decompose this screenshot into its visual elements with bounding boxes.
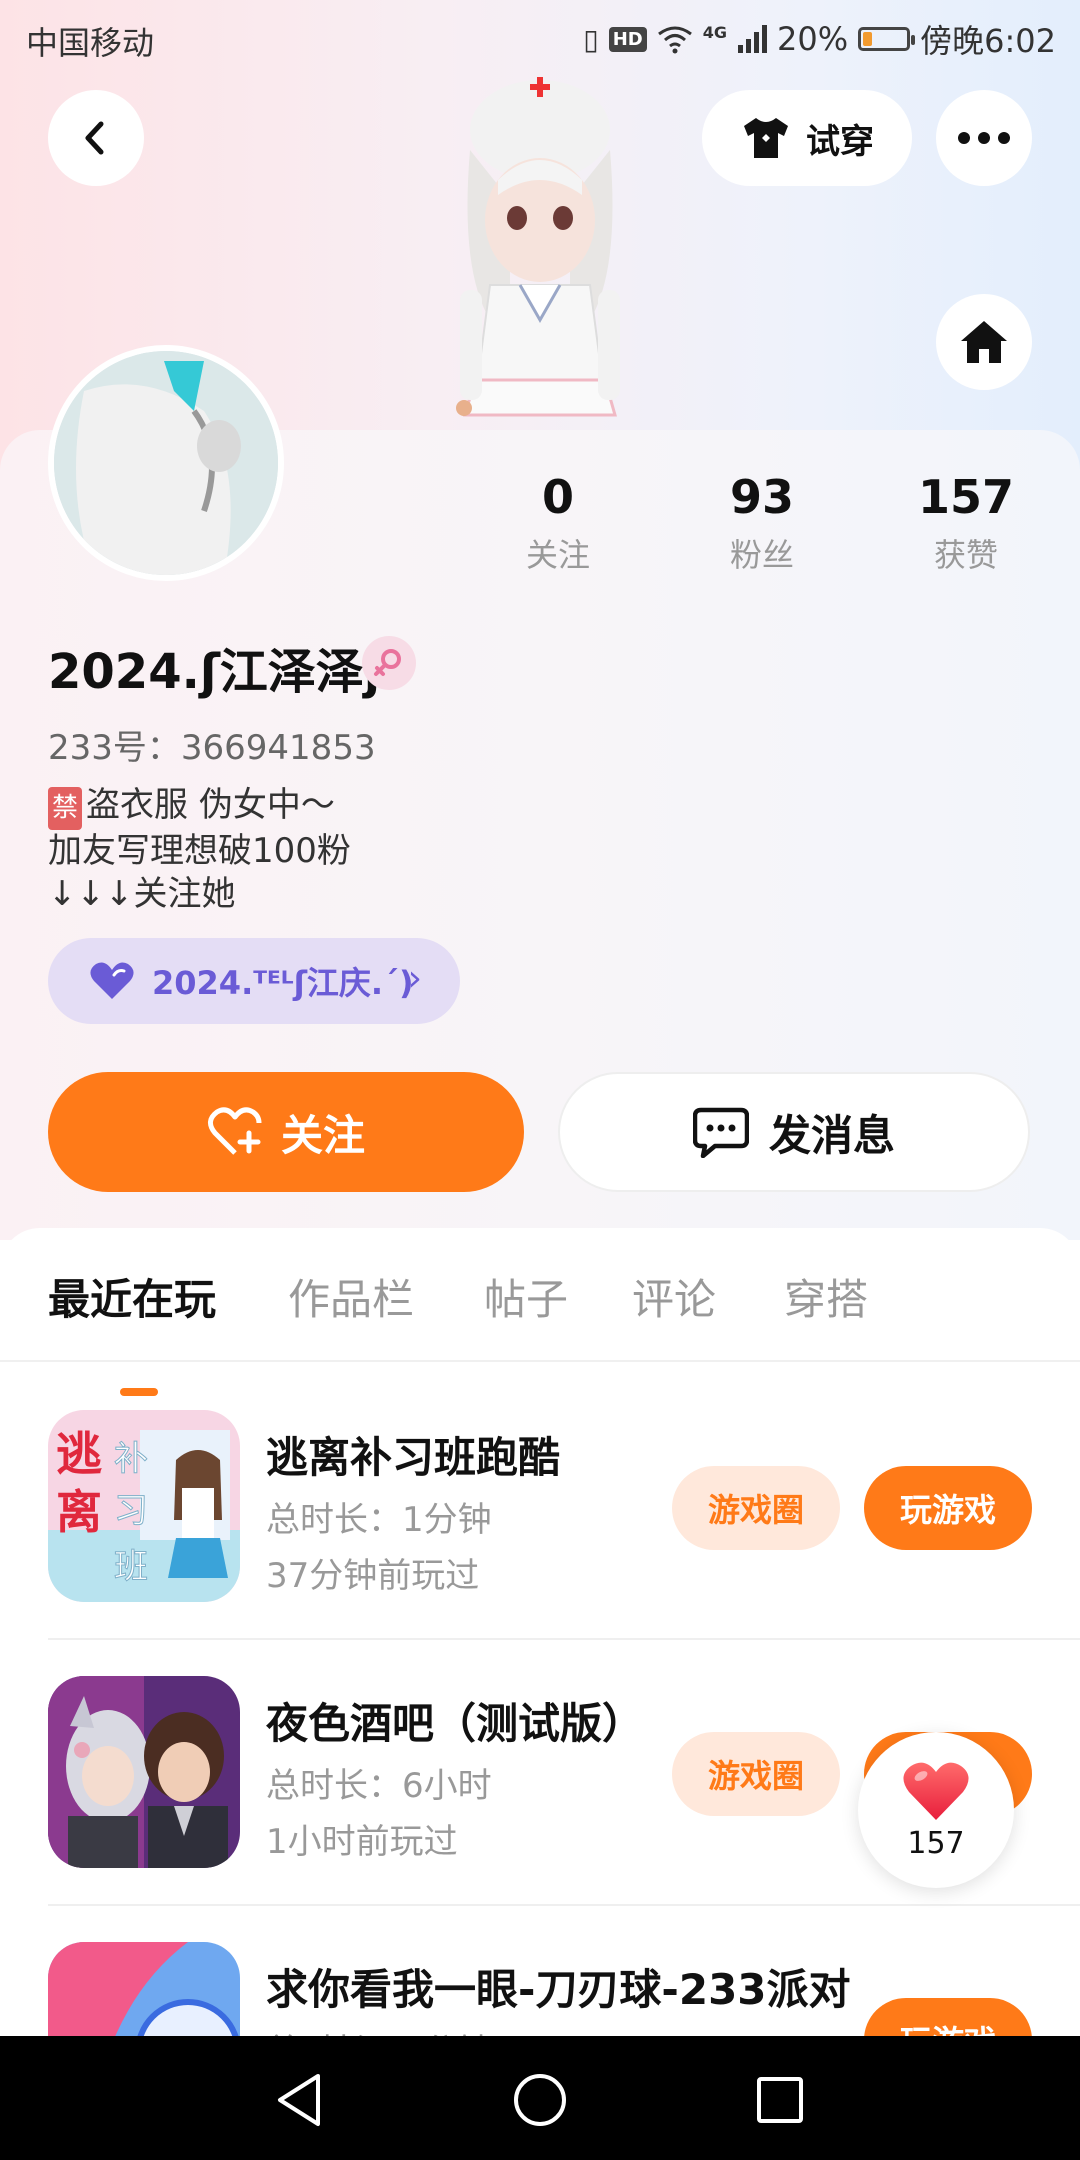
back-button[interactable]: [48, 90, 144, 186]
home-button[interactable]: [936, 294, 1032, 390]
wifi-icon: [657, 26, 692, 54]
game-duration: 总时长：6小时: [266, 1766, 492, 1806]
tshirt-icon: [744, 118, 788, 158]
list-item[interactable]: 逃 离 补 习 班 逃离补习班跑酷 总时长：1分钟 37分钟前玩过 游戏圈 玩游…: [0, 1410, 1080, 1676]
tab-posts[interactable]: 帖子: [484, 1266, 568, 1327]
user-id: 233号：366941853: [48, 728, 376, 768]
svg-text:逃: 逃: [56, 1427, 102, 1481]
stat-value: 93: [729, 470, 794, 524]
house-icon: [961, 321, 1007, 363]
system-nav-bar: [0, 2036, 1080, 2160]
ban-badge: 禁: [48, 787, 83, 830]
stat-value: 157: [917, 470, 1015, 524]
profile-name: 2024.ʃ江泽泽ʃ: [48, 644, 384, 700]
game-duration: 总时长：1分钟: [266, 2024, 492, 2036]
fan-club-pill[interactable]: 2024.ᵀᴱᴸʃ江庆.ˊ) ›: [48, 938, 460, 1024]
fan-club-label: 2024.ᵀᴱᴸʃ江庆.ˊ): [152, 964, 414, 1002]
clock: 傍晚6:02: [920, 22, 1056, 60]
triangle-back-icon: [278, 2074, 320, 2126]
chevron-left-icon: [85, 121, 104, 155]
stat-likes[interactable]: 157 获赞: [886, 470, 1046, 576]
avatar[interactable]: [48, 345, 284, 581]
row-divider: [48, 1904, 1080, 1906]
bio-line-2: 加友写理想破100粉: [48, 831, 351, 871]
signal-icon: [738, 25, 767, 53]
status-icons: ▯ HD 4G 20% 傍晚6:02: [583, 16, 1056, 62]
female-icon: [362, 636, 416, 690]
follow-button[interactable]: 关注: [48, 1072, 524, 1192]
tab-outfits[interactable]: 穿搭: [784, 1266, 868, 1327]
nav-back-button[interactable]: [264, 2064, 336, 2136]
chevron-right-icon: ›: [407, 958, 422, 999]
game-circle-button[interactable]: 游戏圈: [672, 1466, 840, 1550]
message-button[interactable]: 发消息: [558, 1072, 1030, 1192]
tab-recently-played[interactable]: 最近在玩: [48, 1266, 216, 1327]
bio-line-3: ↓↓↓关注她: [48, 874, 236, 914]
game-icon[interactable]: [48, 1942, 240, 2036]
vibrate-icon: ▯: [583, 22, 599, 56]
tab-works[interactable]: 作品栏: [288, 1266, 414, 1327]
like-button[interactable]: 157: [858, 1732, 1014, 1888]
heart-icon: [903, 1762, 969, 1820]
circle-home-icon: [514, 2074, 566, 2126]
game-title[interactable]: 求你看我一眼-刀刃球-233派对: [266, 1956, 851, 2017]
play-game-button[interactable]: 玩游戏: [864, 1466, 1032, 1550]
tab-bar: 最近在玩 作品栏 帖子 评论 穿搭: [0, 1266, 1080, 1396]
bio: 禁盗衣服 伪女中～ 加友写理想破100粉 ↓↓↓关注她: [48, 784, 351, 916]
game-icon[interactable]: [48, 1676, 240, 1868]
nav-home-button[interactable]: [504, 2064, 576, 2136]
status-bar: 中国移动 ▯ HD 4G 20% 傍晚6:02: [0, 0, 1080, 72]
battery-icon: [858, 27, 916, 51]
game-circle-button[interactable]: 游戏圈: [672, 1732, 840, 1816]
heart-icon: [90, 962, 134, 999]
hd-icon: HD: [608, 26, 647, 52]
try-on-label: 试穿: [806, 121, 874, 162]
stat-label: 关注: [525, 536, 590, 574]
game-duration: 总时长：1分钟: [266, 1500, 492, 1540]
try-on-button[interactable]: 试穿: [702, 90, 912, 186]
square-recents-icon: [757, 2077, 803, 2123]
tabs-divider: [0, 1360, 1080, 1362]
svg-text:习: 习: [114, 1491, 148, 1531]
chat-bubble-icon: [692, 1107, 749, 1158]
nav-recents-button[interactable]: [744, 2064, 816, 2136]
like-count: 157: [907, 1825, 965, 1861]
svg-text:班: 班: [114, 1547, 148, 1587]
tab-indicator: [120, 1388, 158, 1396]
message-label: 发消息: [768, 1110, 895, 1160]
game-last-played: 1小时前玩过: [266, 1822, 458, 1862]
avatar-image: [54, 351, 278, 575]
battery-percent: 20%: [777, 20, 849, 58]
stat-label: 粉丝: [729, 536, 794, 574]
bio-line-1: 禁盗衣服 伪女中～: [48, 784, 351, 830]
heart-plus-icon: [207, 1107, 262, 1155]
game-title[interactable]: 逃离补习班跑酷: [266, 1424, 560, 1485]
network-type: 4G: [702, 22, 727, 42]
more-dots-icon: [958, 132, 1010, 144]
svg-text:离: 离: [56, 1485, 102, 1539]
stat-following[interactable]: 0 关注: [478, 470, 638, 576]
stat-label: 获赞: [933, 536, 998, 574]
game-title[interactable]: 夜色酒吧（测试版）: [266, 1690, 644, 1751]
content-section: 最近在玩 作品栏 帖子 评论 穿搭 逃 离 补 习 班 逃离补习班跑酷 总时长：…: [0, 1228, 1080, 2038]
carrier-name: 中国移动: [26, 24, 155, 62]
row-divider: [48, 1638, 1080, 1640]
stat-value: 0: [541, 470, 574, 524]
more-button[interactable]: [936, 90, 1032, 186]
game-last-played: 37分钟前玩过: [266, 1556, 480, 1596]
tab-comments[interactable]: 评论: [632, 1266, 716, 1327]
stat-fans[interactable]: 93 粉丝: [682, 470, 842, 576]
play-game-button[interactable]: 玩游戏: [864, 1998, 1032, 2036]
avatar-3d-figure[interactable]: [420, 70, 660, 430]
svg-text:补: 补: [114, 1439, 148, 1479]
game-icon[interactable]: 逃 离 补 习 班: [48, 1410, 240, 1602]
list-item[interactable]: 求你看我一眼-刀刃球-233派对 总时长：1分钟 玩游戏: [0, 1942, 1080, 2036]
follow-label: 关注: [280, 1110, 365, 1160]
